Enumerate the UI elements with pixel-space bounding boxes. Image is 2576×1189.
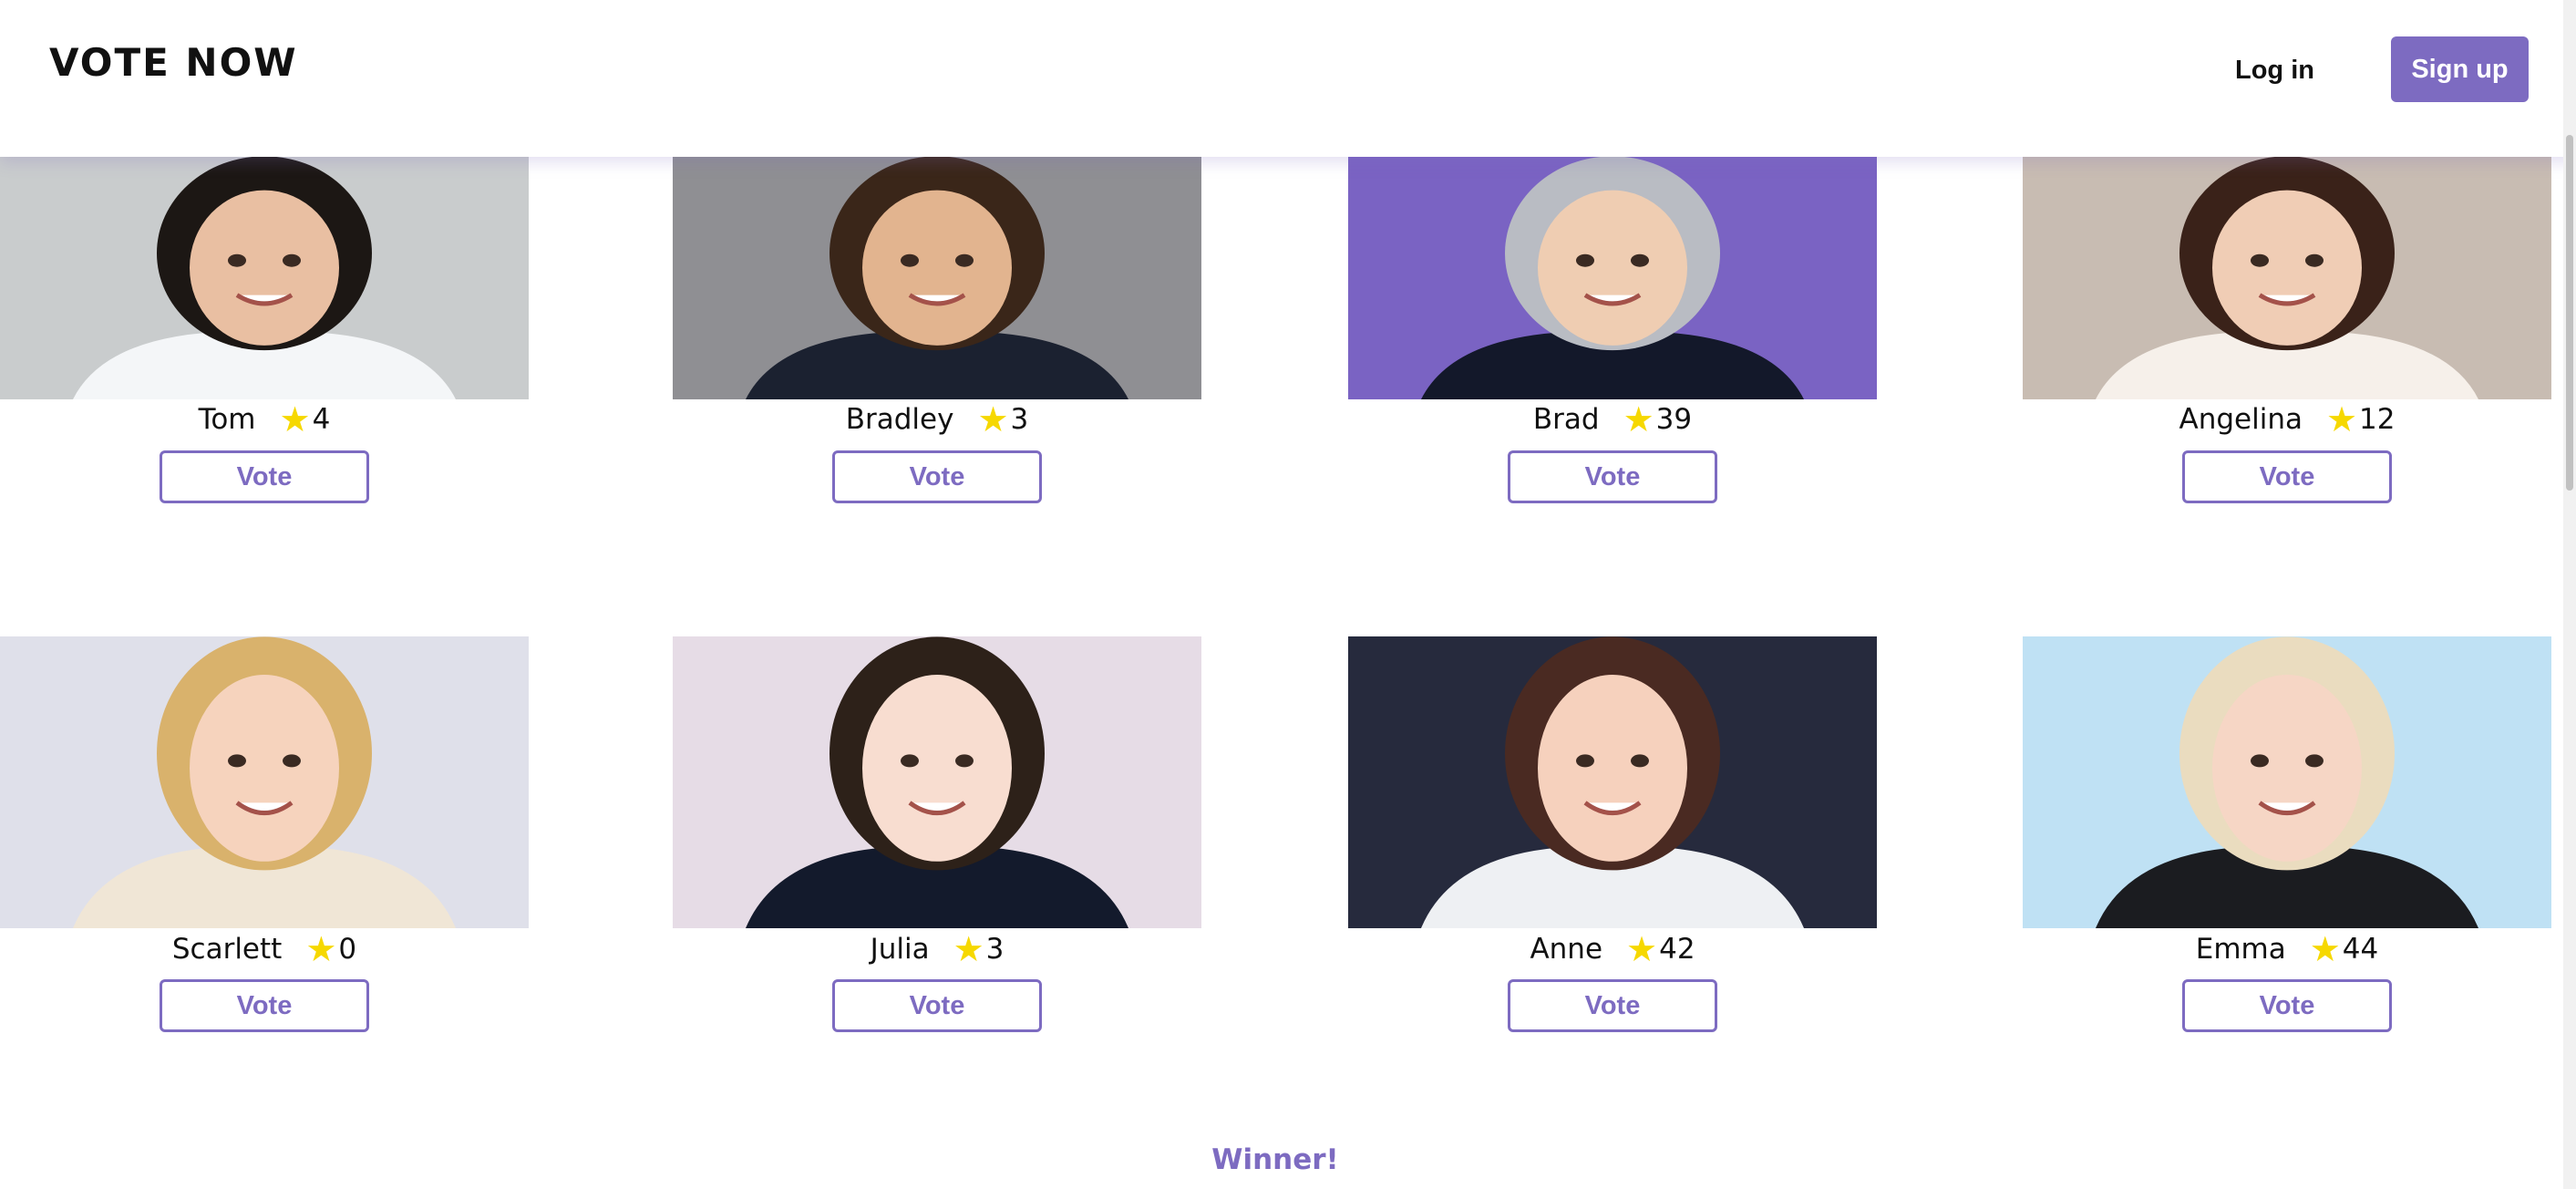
page-scrollbar[interactable] bbox=[2563, 0, 2576, 1189]
star-icon: ★ bbox=[2325, 399, 2358, 439]
candidate-name: Anne bbox=[1530, 933, 1603, 966]
candidate-name: Julia bbox=[870, 933, 930, 966]
star-icon: ★ bbox=[1623, 399, 1654, 439]
candidate-name-row: Bradley ★ 3 bbox=[673, 399, 1201, 439]
vote-button[interactable]: Vote bbox=[832, 979, 1042, 1032]
vote-count: 0 bbox=[338, 933, 357, 966]
candidate-card: Brad ★ 39 Vote bbox=[1348, 157, 1877, 505]
candidate-photo bbox=[0, 157, 529, 399]
candidate-name: Angelina bbox=[2179, 403, 2303, 436]
vote-count: 42 bbox=[1659, 933, 1695, 966]
star-icon: ★ bbox=[2309, 929, 2341, 969]
candidate-name-row: Anne ★ 42 bbox=[1348, 929, 1877, 969]
candidate-name: Scarlett bbox=[171, 933, 283, 966]
candidate-card: Emma ★ 44 Vote bbox=[2023, 636, 2551, 1034]
candidate-card: Julia ★ 3 Vote bbox=[673, 636, 1201, 1034]
candidate-photo bbox=[673, 157, 1201, 399]
top-navbar: VOTE NOW Log in Sign up bbox=[0, 0, 2576, 157]
candidate-photo bbox=[1348, 157, 1877, 399]
candidate-name-row: Julia ★ 3 bbox=[673, 929, 1201, 969]
vote-count: 39 bbox=[1655, 403, 1693, 436]
candidate-name-row: Brad ★ 39 bbox=[1348, 399, 1877, 439]
vote-button[interactable]: Vote bbox=[160, 979, 369, 1032]
candidate-name-row: Emma ★ 44 bbox=[2023, 929, 2551, 969]
vote-button[interactable]: Vote bbox=[1508, 450, 1717, 503]
signup-button[interactable]: Sign up bbox=[2391, 36, 2529, 102]
candidate-name-row: Angelina ★ 12 bbox=[2023, 399, 2551, 439]
candidate-photo bbox=[2023, 636, 2551, 928]
winner-heading: Winner! bbox=[1211, 1143, 1339, 1176]
candidate-card: Tom ★ 4 Vote bbox=[0, 157, 529, 505]
candidate-photo bbox=[2023, 157, 2551, 399]
vote-button[interactable]: Vote bbox=[1508, 979, 1717, 1032]
star-icon: ★ bbox=[279, 399, 311, 439]
vote-button[interactable]: Vote bbox=[832, 450, 1042, 503]
vote-count: 12 bbox=[2359, 403, 2396, 436]
candidate-name: Tom bbox=[198, 403, 256, 436]
candidate-name: Brad bbox=[1532, 403, 1600, 436]
star-icon: ★ bbox=[953, 929, 984, 969]
candidate-photo bbox=[1348, 636, 1877, 928]
candidate-photo bbox=[0, 636, 529, 928]
vote-count: 3 bbox=[1010, 403, 1029, 436]
candidate-card: Anne ★ 42 Vote bbox=[1348, 636, 1877, 1034]
candidate-name: Emma bbox=[2195, 933, 2286, 966]
candidate-name-row: Tom ★ 4 bbox=[0, 399, 529, 439]
candidate-photo bbox=[673, 636, 1201, 928]
candidate-card: Scarlett ★ 0 Vote bbox=[0, 636, 529, 1034]
candidate-card: Bradley ★ 3 Vote bbox=[673, 157, 1201, 505]
vote-count: 4 bbox=[312, 403, 331, 436]
candidate-name: Bradley bbox=[845, 403, 954, 436]
scrollbar-thumb[interactable] bbox=[2566, 135, 2573, 491]
vote-count: 44 bbox=[2342, 933, 2379, 966]
login-link[interactable]: Log in bbox=[2235, 47, 2314, 93]
vote-button[interactable]: Vote bbox=[2182, 979, 2392, 1032]
vote-button[interactable]: Vote bbox=[2182, 450, 2392, 503]
star-icon: ★ bbox=[305, 929, 337, 969]
vote-button[interactable]: Vote bbox=[160, 450, 369, 503]
candidate-name-row: Scarlett ★ 0 bbox=[0, 929, 529, 969]
star-icon: ★ bbox=[977, 399, 1009, 439]
star-icon: ★ bbox=[1626, 929, 1658, 969]
vote-count: 3 bbox=[985, 933, 1005, 966]
candidate-card: Angelina ★ 12 Vote bbox=[2023, 157, 2551, 505]
brand-logo[interactable]: VOTE NOW bbox=[49, 40, 298, 85]
